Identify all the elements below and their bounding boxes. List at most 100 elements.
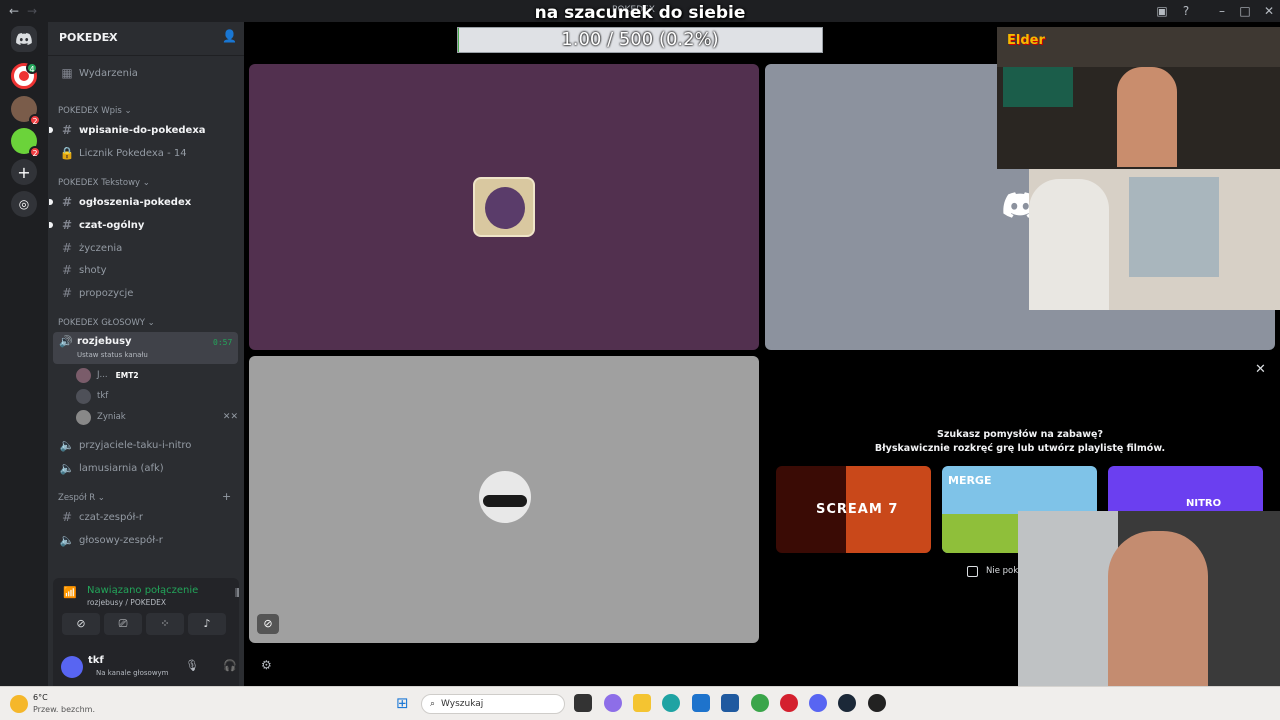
channel-czat-zespol-r[interactable]: # czat-zespół-r [53,507,238,527]
channel-propozycje[interactable]: # propozycje [53,283,238,303]
category-pokedex-glosowy[interactable]: POKEDEX GŁOSOWY ⌄ [58,318,155,328]
lock-icon: 🔒 [59,146,75,160]
events-label: Wydarzenia [79,67,138,79]
participant-avatar [479,471,531,523]
outlook-icon[interactable] [692,694,710,712]
camera-off-icon[interactable]: ⊘ [257,614,279,634]
channel-licznik-pokedexa[interactable]: 🔒 Licznik Pokedexa - 14 [53,143,238,163]
activities-button[interactable]: ⁘ [146,613,184,635]
server-list: 4 2 2 + ◎ [0,22,48,686]
stream-goal-progress: 1.00 / 500 (0.2%) [457,27,823,53]
channel-ogloszenia-pokedex[interactable]: # ogłoszenia-pokedex [49,192,238,212]
weather-sun-icon[interactable] [10,695,28,713]
server-pokedex-icon[interactable]: 4 [11,62,38,89]
avatar [76,367,91,383]
voice-user-zyniak[interactable]: Zyniak ✕✕ [76,408,238,426]
events-item[interactable]: ▦ Wydarzenia [53,63,238,83]
discord-taskbar-icon[interactable] [809,694,827,712]
streamer-face [1117,67,1177,167]
hashtag-icon: # [61,123,73,137]
user-panel: tkf Na kanale głosowym 🎙 🎧 ⚙ [53,650,272,686]
voice-status-hint[interactable]: Ustaw status kanału [77,351,148,359]
user-avatar[interactable] [61,656,83,678]
speaker-icon: 🔈 [59,461,75,475]
channel-shoty[interactable]: # shoty [53,260,238,280]
add-member-icon[interactable]: 👤 [222,29,237,43]
user-status: Na kanale głosowym [96,669,169,677]
guild-header[interactable]: POKEDEX ⌄ 👤 [48,22,244,56]
aquarium [1003,67,1073,107]
activity-card-scream[interactable]: SCREAM 7 [776,466,931,553]
headphones-icon[interactable]: 🎧 [223,659,237,672]
channel-czat-ogolny[interactable]: # czat-ogólny [49,215,238,235]
voice-channel-lamusiarnia[interactable]: 🔈 lamusiarnia (afk) [53,458,238,478]
avatar [76,388,91,404]
discord-home-icon[interactable] [11,26,37,52]
red-app-icon[interactable] [780,694,798,712]
hashtag-icon: # [61,286,73,300]
chevron-down-icon: ⌄ [105,31,113,41]
dont-show-checkbox[interactable] [967,566,978,577]
calendar-icon: ▦ [61,66,73,80]
voice-channel-rozjebusy[interactable]: 🔊 rozjebusy 0:57 Ustaw status kanału [53,332,238,364]
activity-subheading: Błyskawicznie rozkręć grę lub utwórz pla… [874,443,1166,454]
file-explorer-icon[interactable] [633,694,651,712]
hashtag-icon: # [61,510,73,524]
window-view [1129,177,1219,277]
voice-status[interactable]: Nawiązano połączenie [87,585,198,596]
progress-text: 1.00 / 500 (0.2%) [561,29,719,50]
windows-start-icon[interactable]: ⊞ [396,696,409,711]
explore-compass-icon[interactable]: ◎ [11,191,37,217]
weather-desc[interactable]: Przew. bezchm. [33,705,95,714]
noise-suppression-icon[interactable]: ⫼ [235,588,240,599]
hashtag-icon: # [61,218,73,232]
signal-icon: 📶 [63,586,77,599]
copilot-icon[interactable] [604,694,622,712]
close-panel-icon[interactable]: ✕ [1255,362,1266,377]
add-channel-icon[interactable]: + [222,490,231,503]
screenshare-button[interactable]: ⎚ [104,613,142,635]
activity-heading: Szukasz pomysłów na zabawę? [937,429,1103,440]
add-server-icon[interactable]: + [11,159,37,185]
webcam-guest [1029,169,1280,310]
channel-wpisanie-do-pokedexa[interactable]: # wpisanie-do-pokedexa [49,120,238,140]
voice-tile-3[interactable]: ⊘ [249,356,759,643]
category-pokedex-tekstowy[interactable]: POKEDEX Tekstowy ⌄ [58,178,150,188]
category-pokedex-wpis[interactable]: POKEDEX Wpis ⌄ [58,106,132,116]
voice-channel-przyjaciele[interactable]: 🔈 przyjaciele-taku-i-nitro [53,435,238,455]
server-2-icon[interactable]: 2 [11,96,41,126]
tray-app-icon[interactable] [868,694,886,712]
settings-gear-icon[interactable]: ⚙ [261,658,272,672]
steam-icon[interactable] [838,694,856,712]
user-tag: EMT2 [115,370,139,380]
voice-user-tkf[interactable]: tkf [76,387,108,405]
stream-overlay-title: na szacunek do siebie [534,3,746,23]
task-view-icon[interactable] [574,694,592,712]
category-zespol-r[interactable]: Zespół R ⌄ [58,493,105,503]
speaker-icon: 🔈 [59,438,75,452]
chrome-icon[interactable] [751,694,769,712]
participant-avatar [473,177,535,237]
store-icon[interactable] [721,694,739,712]
voice-channel-glosowy-zespol-r[interactable]: 🔈 głosowy-zespół-r [53,530,238,550]
microphone-icon[interactable]: 🎙 [185,659,199,672]
voice-user-j[interactable]: J... EMT2 [76,366,139,384]
hashtag-icon: # [61,263,73,277]
mute-deafen-icons: ✕✕ [222,412,238,422]
voice-timer: 0:57 [213,338,233,347]
weather-temp[interactable]: 6°C [33,693,48,702]
taskbar-search[interactable]: ⌕ Wyszukaj [421,694,565,714]
voice-tile-1[interactable] [249,64,759,350]
voice-location[interactable]: rozjebusy / POKEDEX [87,598,166,607]
windows-taskbar: 6°C Przew. bezchm. ⊞ ⌕ Wyszukaj [0,686,1280,720]
channel-zyczenia[interactable]: # życzenia [53,238,238,258]
server-3-icon[interactable]: 2 [11,128,41,158]
hashtag-icon: # [61,195,73,209]
webcam-streamer-top: Elder [997,27,1280,169]
camera-toggle-button[interactable]: ⊘ [62,613,100,635]
edge-browser-icon[interactable] [662,694,680,712]
speaker-icon: 🔊 [59,335,73,348]
soundboard-button[interactable]: ♪ [188,613,226,635]
speaker-icon: 🔈 [59,533,75,547]
guest-person [1029,179,1109,310]
